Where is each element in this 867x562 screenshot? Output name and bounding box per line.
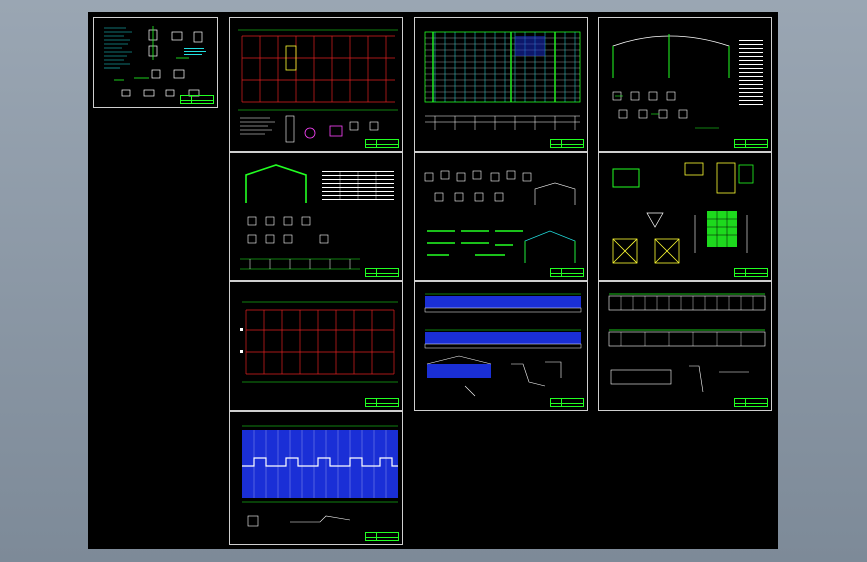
sheet-roof-blue-drawing: [242, 425, 398, 527]
title-block: [365, 139, 399, 148]
drawing-sheet-plan-dense[interactable]: [414, 17, 588, 152]
drawing-sheet-plan-red-2[interactable]: [229, 281, 403, 411]
title-block: [734, 268, 768, 277]
drawing-sheet-elevation-white[interactable]: [598, 281, 772, 411]
title-block: [550, 139, 584, 148]
title-block: [550, 268, 584, 277]
title-block: [365, 398, 399, 407]
sheet-frame-elevation-drawing: [612, 34, 763, 129]
sheet-frame-details-drawing: [240, 164, 394, 270]
title-block: [734, 139, 768, 148]
drawing-sheet-frame-details[interactable]: [229, 152, 403, 281]
sheet-details-green-drawing: [612, 162, 754, 264]
drawing-sheet-details-green[interactable]: [598, 152, 772, 281]
drawing-sheet-elevation-blue[interactable]: [414, 281, 588, 411]
sheet-details-drawing: [424, 170, 576, 263]
sheet-elevation-blue-drawing: [424, 293, 582, 397]
drawing-sheet-frame-elevation[interactable]: [598, 17, 772, 152]
sheet-plan-red-drawing: [238, 29, 398, 143]
title-block: [365, 532, 399, 541]
title-block: [550, 398, 584, 407]
sheet-elevation-white-drawing: [608, 293, 766, 393]
sheet-plan-dense-drawing: [424, 31, 581, 130]
title-block: [180, 95, 214, 104]
drawing-sheet-plan-red[interactable]: [229, 17, 403, 152]
cad-canvas[interactable]: [88, 12, 778, 549]
sheet-plan-red-2-drawing: [240, 301, 398, 383]
title-block: [734, 398, 768, 407]
drawing-sheet-notes[interactable]: [93, 17, 218, 108]
title-block: [365, 268, 399, 277]
drawing-sheet-roof-blue[interactable]: [229, 411, 403, 545]
drawing-sheet-details[interactable]: [414, 152, 588, 281]
